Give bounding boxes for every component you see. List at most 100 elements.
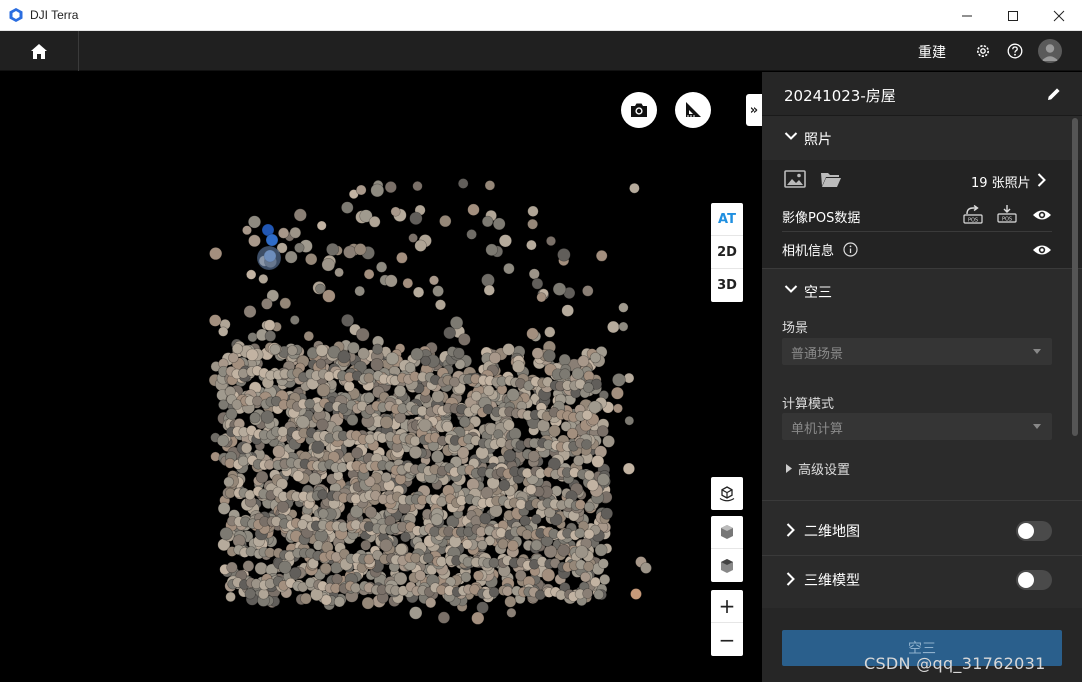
view-mode-at-button[interactable]: AT: [711, 203, 743, 236]
caret-down-icon: [1033, 349, 1041, 354]
pos-export-icon[interactable]: POS: [996, 204, 1018, 224]
point-cloud-point: [541, 568, 556, 582]
user-avatar-button[interactable]: [1038, 39, 1062, 63]
photos-section-header[interactable]: 照片: [762, 116, 1082, 160]
rebuild-button[interactable]: 重建: [918, 42, 946, 62]
point-cloud-render[interactable]: [0, 72, 761, 682]
aerotri-section-header[interactable]: 空三: [762, 269, 1082, 313]
model3d-toggle[interactable]: [1016, 570, 1052, 590]
view-mode-2d-button[interactable]: 2D: [711, 236, 743, 269]
point-cloud-point: [256, 245, 282, 271]
point-cloud-point: [618, 302, 629, 313]
point-cloud-point: [368, 216, 381, 228]
advanced-settings-toggle[interactable]: 高级设置: [782, 459, 982, 479]
map2d-section-header[interactable]: 二维地图: [762, 507, 1082, 556]
point-cloud-point: [323, 370, 335, 382]
image-icon[interactable]: [784, 170, 806, 188]
point-cloud-point: [363, 268, 375, 280]
point-cloud-point: [347, 341, 360, 355]
point-cloud-point: [364, 506, 378, 519]
point-cloud-point: [530, 539, 543, 551]
scene-select[interactable]: 普通场景: [782, 338, 1052, 365]
compute-mode-label: 计算模式: [782, 397, 835, 412]
pencil-icon[interactable]: [1046, 86, 1062, 102]
info-icon[interactable]: [843, 242, 858, 257]
point-cloud-point: [582, 588, 593, 599]
point-cloud-point: [354, 243, 367, 256]
point-cloud-point: [630, 588, 642, 600]
eye-icon[interactable]: [1032, 208, 1052, 222]
point-cloud-point: [612, 373, 626, 387]
help-button[interactable]: [1006, 42, 1024, 60]
point-cloud-point: [376, 261, 388, 273]
point-cloud-point: [531, 277, 544, 290]
point-cloud-point: [623, 372, 635, 384]
measure-tool-button[interactable]: [675, 92, 711, 128]
home-button[interactable]: [0, 31, 79, 71]
point-cloud-point: [334, 267, 344, 278]
zoom-in-button[interactable]: +: [711, 590, 743, 623]
point-cloud-point: [503, 419, 515, 431]
chevron-right-icon[interactable]: [1037, 173, 1046, 187]
maximize-button[interactable]: [990, 0, 1036, 31]
top-view-button[interactable]: [711, 549, 743, 582]
point-cloud-point: [209, 314, 222, 327]
point-cloud-point: [316, 220, 327, 231]
point-cloud-point: [479, 512, 492, 525]
screenshot-button[interactable]: [621, 92, 657, 128]
point-cloud-point: [219, 527, 233, 541]
point-cloud-point: [287, 345, 298, 356]
compute-mode-select[interactable]: 单机计算: [782, 413, 1052, 440]
point-cloud-point: [278, 560, 292, 574]
model3d-section-header[interactable]: 三维模型: [762, 556, 1082, 605]
pos-data-row: 影像POS数据 POS POS: [762, 200, 1082, 231]
minus-icon: −: [718, 627, 736, 652]
point-cloud-point: [341, 313, 355, 327]
point-cloud-point: [543, 349, 556, 363]
point-cloud-point: [531, 347, 544, 360]
point-cloud-point: [272, 445, 286, 458]
eye-icon[interactable]: [1032, 243, 1052, 257]
project-name: 20241023-房屋: [784, 87, 896, 105]
point-cloud-point: [590, 576, 601, 588]
map2d-toggle[interactable]: [1016, 521, 1052, 541]
orbit-view-button[interactable]: [711, 477, 743, 510]
toggle-knob: [1018, 523, 1034, 539]
front-view-button[interactable]: [711, 516, 743, 549]
zoom-out-button[interactable]: −: [711, 623, 743, 656]
point-cloud-point: [315, 358, 326, 369]
point-cloud-point: [409, 445, 423, 460]
point-cloud-point: [439, 215, 452, 228]
chevron-right-icon: [786, 572, 795, 586]
point-cloud-point: [543, 544, 558, 559]
settings-button[interactable]: [974, 42, 992, 60]
pos-import-icon[interactable]: POS: [962, 205, 984, 225]
minimize-button[interactable]: [944, 0, 990, 31]
point-cloud-point: [242, 225, 252, 236]
point-cloud-point: [238, 455, 249, 467]
point-cloud-point: [475, 446, 489, 460]
point-cloud-point: [355, 184, 367, 196]
point-cloud-point: [258, 273, 269, 284]
point-cloud-point: [425, 597, 437, 609]
view-mode-3d-button[interactable]: 3D: [711, 269, 743, 302]
3d-viewport[interactable]: AT 2D 3D + −: [0, 72, 761, 682]
point-cloud-point: [467, 203, 480, 216]
point-cloud-point: [254, 561, 268, 575]
point-cloud-point: [246, 348, 259, 361]
point-cloud-point: [277, 426, 289, 437]
point-cloud-point: [322, 289, 336, 303]
photo-count[interactable]: 19 张照片: [971, 172, 1031, 191]
user-avatar-icon: [1041, 44, 1059, 61]
collapse-panel-button[interactable]: »: [746, 94, 762, 126]
point-cloud-point: [481, 215, 494, 228]
point-cloud-point: [343, 245, 357, 259]
point-cloud-point: [583, 382, 594, 393]
folder-icon[interactable]: [820, 171, 842, 188]
panel-scrollbar[interactable]: [1072, 118, 1078, 436]
close-window-button[interactable]: [1036, 0, 1082, 31]
point-cloud-point: [497, 538, 509, 550]
zoom-controls: + −: [711, 590, 743, 656]
svg-text:POS: POS: [1002, 217, 1012, 223]
point-cloud-point: [384, 274, 398, 288]
